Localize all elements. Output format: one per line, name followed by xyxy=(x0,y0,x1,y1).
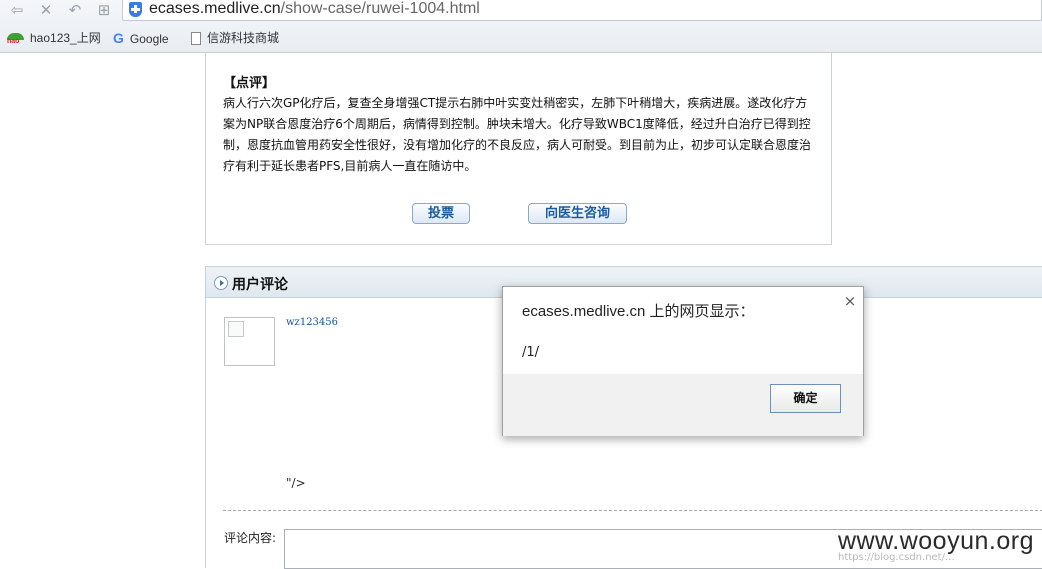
alert-dialog: ecases.medlive.cn 上的网页显示： × /1/ 确定 xyxy=(502,286,864,436)
dialog-message: /1/ xyxy=(522,345,540,360)
divider xyxy=(223,510,1042,511)
consult-doctor-button[interactable]: 向医生咨询 xyxy=(528,203,627,224)
google-icon: G xyxy=(113,30,124,46)
bookmark-label: Google xyxy=(129,32,169,46)
comment-username[interactable]: wz123456 xyxy=(286,317,338,328)
page-icon xyxy=(191,32,201,46)
comments-title: 用户评论 xyxy=(232,277,288,293)
undo-icon[interactable]: ↶ xyxy=(65,1,85,19)
security-shield-icon xyxy=(129,2,142,17)
dialog-footer: 确定 xyxy=(503,374,863,436)
bookmark-label: hao123_上网 xyxy=(30,31,101,45)
browser-chrome: ⇦ ✕ ↶ ⊞ ecases.medlive.cn/show-case/ruwe… xyxy=(0,0,1042,53)
ok-button[interactable]: 确定 xyxy=(770,384,841,413)
vote-button[interactable]: 投票 xyxy=(412,203,470,224)
dialog-title: ecases.medlive.cn 上的网页显示： xyxy=(522,303,755,320)
hao123-icon xyxy=(7,32,24,45)
back-icon[interactable]: ⇦ xyxy=(7,1,27,19)
review-panel: 【点评】 病人行六次GP化疗后，复查全身增强CT提示右肺中叶实变灶稍密实，左肺下… xyxy=(205,53,832,245)
bookmark-label: 信游科技商城 xyxy=(207,31,280,45)
address-bar[interactable]: ecases.medlive.cn/show-case/ruwei-1004.h… xyxy=(122,0,1042,21)
close-icon[interactable]: × xyxy=(842,293,858,309)
grid-icon[interactable]: ⊞ xyxy=(94,1,114,19)
stray-markup-text: "/> xyxy=(286,476,306,490)
bookmark-xinyou[interactable]: 信游科技商城 xyxy=(191,28,279,48)
bookmark-hao123[interactable]: hao123_上网 xyxy=(7,28,101,48)
bookmark-google[interactable]: G Google xyxy=(113,28,169,48)
stop-icon[interactable]: ✕ xyxy=(36,1,56,19)
browser-navbar: ⇦ ✕ ↶ ⊞ ecases.medlive.cn/show-case/ruwe… xyxy=(0,0,1042,22)
arrow-right-icon xyxy=(214,276,228,290)
comment-content-label: 评论内容: xyxy=(224,531,277,545)
broken-image-icon xyxy=(228,321,244,337)
avatar xyxy=(224,317,275,366)
review-title: 【点评】 xyxy=(223,76,276,91)
review-body: 病人行六次GP化疗后，复查全身增强CT提示右肺中叶实变灶稍密实，左肺下叶稍增大，… xyxy=(223,96,812,173)
watermark-sub: https://blog.csdn.net/... xyxy=(838,552,955,563)
bookmarks-bar: hao123_上网 G Google 信游科技商城 xyxy=(0,28,1042,48)
url-text: ecases.medlive.cn/show-case/ruwei-1004.h… xyxy=(149,0,480,17)
